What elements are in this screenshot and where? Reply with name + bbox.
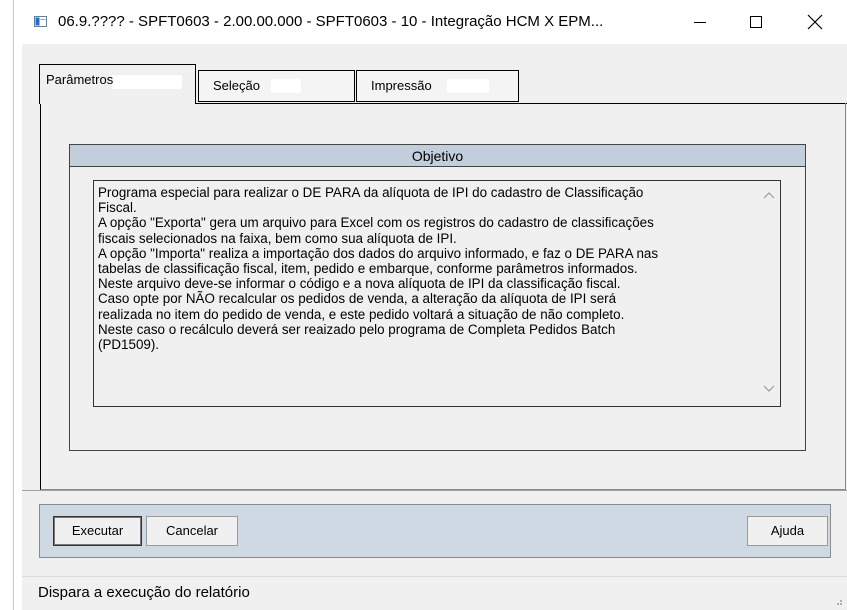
objective-line: A opção "Exporta" gera um arquivo para E… bbox=[98, 215, 654, 231]
window-title: 06.9.???? - SPFT0603 - 2.00.00.000 - SPF… bbox=[58, 13, 604, 30]
maximize-button[interactable] bbox=[734, 0, 778, 44]
objective-textbox[interactable]: Programa especial para realizar o DE PAR… bbox=[93, 180, 781, 407]
button-bar: Executar Cancelar Ajuda bbox=[39, 504, 831, 558]
left-edge-line bbox=[13, 0, 14, 610]
maximize-icon bbox=[750, 16, 762, 28]
dialog-window: 06.9.???? - SPFT0603 - 2.00.00.000 - SPF… bbox=[22, 0, 847, 576]
close-icon bbox=[807, 14, 823, 30]
separator bbox=[22, 490, 847, 491]
objective-line: Neste arquivo deve-se informar o código … bbox=[98, 276, 621, 292]
objective-line: Fiscal. bbox=[98, 200, 137, 216]
cancel-button[interactable]: Cancelar bbox=[146, 516, 238, 546]
objective-line: tabelas de classificação fiscal, item, p… bbox=[98, 261, 638, 277]
scroll-down-icon[interactable] bbox=[763, 385, 775, 393]
title-bar[interactable]: 06.9.???? - SPFT0603 - 2.00.00.000 - SPF… bbox=[22, 0, 847, 44]
objective-group: Objetivo Programa especial para realizar… bbox=[69, 144, 806, 451]
minimize-icon bbox=[694, 22, 706, 23]
objective-title: Objetivo bbox=[70, 145, 805, 167]
objective-text: Programa especial para realizar o DE PAR… bbox=[98, 185, 753, 352]
objective-line: Caso opte por NÃO recalcular os pedidos … bbox=[98, 291, 617, 307]
app-icon bbox=[34, 16, 47, 27]
status-divider bbox=[22, 576, 847, 577]
tab-highlight bbox=[271, 79, 301, 93]
tab-selecao[interactable]: Seleção bbox=[198, 70, 355, 102]
objective-line: fiscais selecionados na faixa, bem como … bbox=[98, 230, 457, 246]
resize-grip-icon[interactable] bbox=[833, 596, 843, 606]
tab-label: Seleção bbox=[213, 78, 260, 93]
tab-highlight bbox=[447, 79, 489, 93]
help-button[interactable]: Ajuda bbox=[747, 516, 828, 546]
close-button[interactable] bbox=[793, 0, 837, 44]
minimize-button[interactable] bbox=[678, 0, 722, 44]
scroll-up-icon[interactable] bbox=[763, 191, 775, 199]
status-bar: Dispara a execução do relatório bbox=[22, 576, 847, 610]
tab-label: Parâmetros bbox=[46, 72, 114, 87]
execute-button[interactable]: Executar bbox=[53, 516, 142, 546]
objective-line: Neste caso o recálculo deverá ser reaiza… bbox=[98, 321, 616, 337]
status-text: Dispara a execução do relatório bbox=[38, 584, 250, 601]
objective-line: realizada no item do pedido de venda, e … bbox=[98, 306, 625, 322]
tab-label: Impressão bbox=[371, 78, 432, 93]
objective-line: Programa especial para realizar o DE PAR… bbox=[98, 185, 644, 200]
tab-impressao[interactable]: Impressão bbox=[356, 70, 519, 102]
tab-highlight bbox=[112, 75, 182, 89]
tab-parametros[interactable]: Parâmetros bbox=[39, 64, 196, 104]
objective-line: A opção "Importa" realiza a importação d… bbox=[98, 245, 659, 261]
objective-line: (PD1509). bbox=[98, 337, 160, 353]
